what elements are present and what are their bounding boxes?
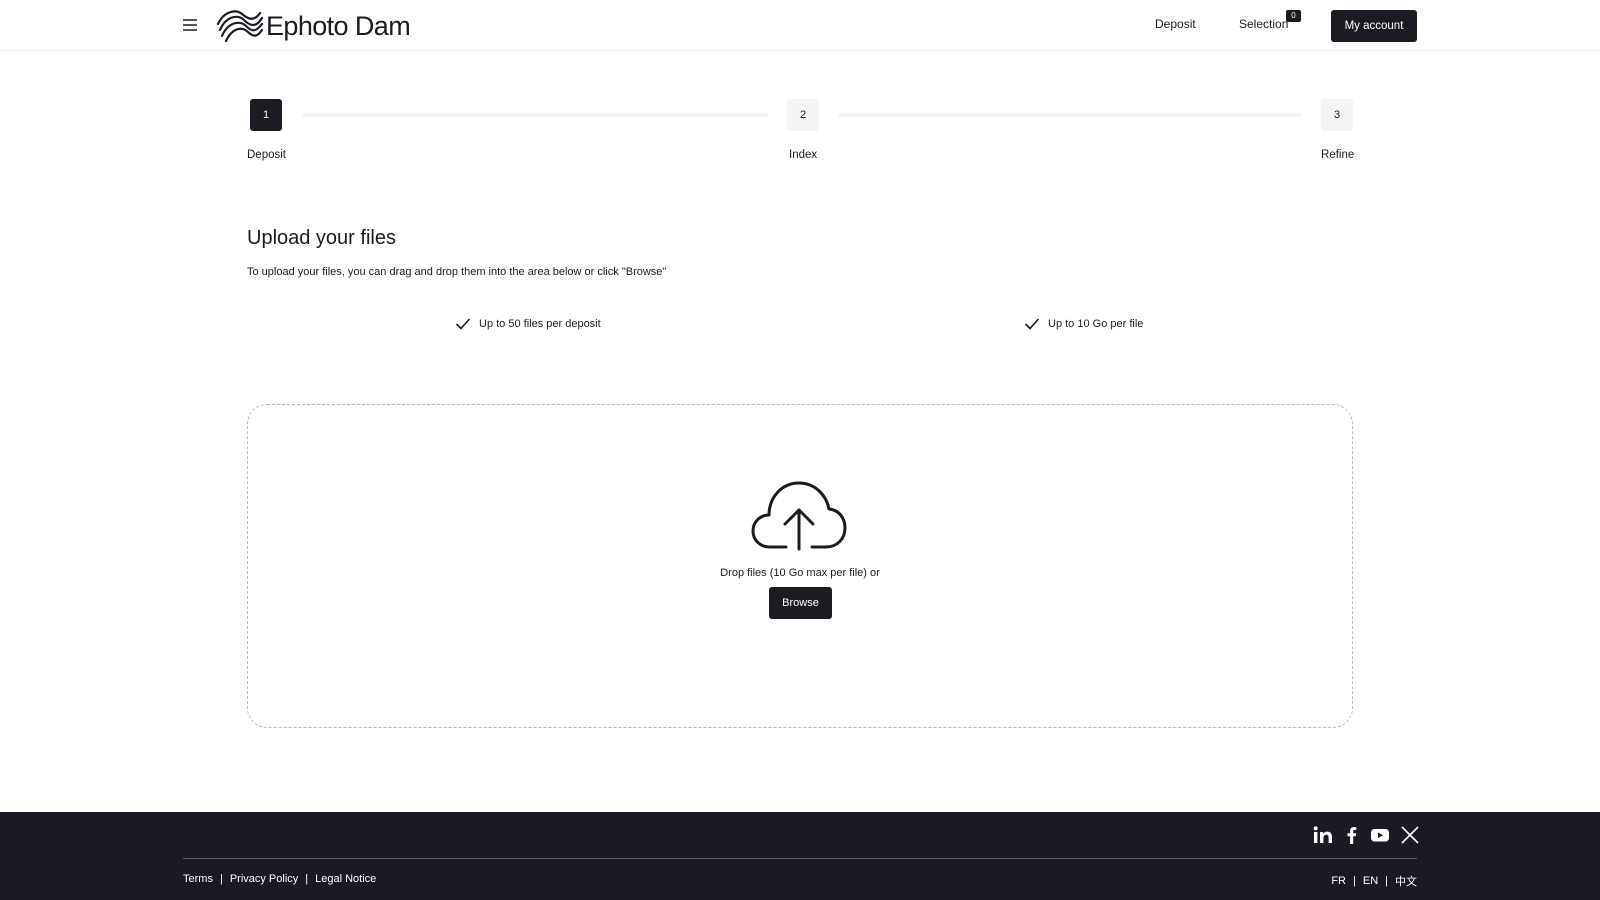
step-1-label: Deposit [247, 149, 286, 161]
logo-mark-icon [216, 10, 264, 43]
page-title: Upload your files [247, 227, 396, 249]
page-subtitle: To upload your files, you can drag and d… [247, 266, 667, 278]
selection-count-badge: 0 [1286, 10, 1301, 22]
step-2-box[interactable]: 2 [787, 99, 819, 131]
feature-label: Up to 10 Go per file [1048, 318, 1144, 330]
legal-notice-link[interactable]: Legal Notice [315, 873, 376, 885]
separator: | [1385, 875, 1388, 887]
step-3-label: Refine [1321, 149, 1355, 161]
step-1-box[interactable]: 1 [250, 99, 282, 131]
browse-button[interactable]: Browse [769, 587, 832, 619]
lang-en-link[interactable]: EN [1363, 875, 1378, 887]
lang-zh-link[interactable]: 中文 [1395, 873, 1417, 889]
feature-size-limit: Up to 10 Go per file [1025, 318, 1143, 330]
step-connector-2 [838, 113, 1302, 117]
terms-link[interactable]: Terms [183, 873, 213, 885]
separator: | [1353, 875, 1356, 887]
file-dropzone[interactable]: Drop files (10 Go max per file) or Brows… [247, 404, 1353, 728]
feature-label: Up to 50 files per deposit [479, 318, 601, 330]
x-icon[interactable] [1400, 826, 1420, 844]
step-3-box[interactable]: 3 [1321, 99, 1353, 131]
privacy-policy-link[interactable]: Privacy Policy [230, 873, 298, 885]
linkedin-icon[interactable] [1313, 826, 1333, 844]
separator: | [219, 873, 223, 885]
feature-files-limit: Up to 50 files per deposit [456, 318, 601, 330]
brand-logo[interactable]: Ephoto Dam [216, 8, 411, 44]
check-icon [1025, 318, 1039, 330]
site-footer: Terms | Privacy Policy | Legal Notice FR… [0, 812, 1600, 900]
nav-selection-link[interactable]: Selection [1239, 17, 1288, 31]
top-header: Ephoto Dam Deposit Selection 0 My accoun… [0, 0, 1600, 51]
step-2-label: Index [789, 149, 818, 161]
hamburger-menu-icon[interactable] [181, 17, 199, 33]
separator: | [305, 873, 309, 885]
footer-legal-links: Terms | Privacy Policy | Legal Notice [183, 873, 376, 885]
footer-divider [183, 858, 1417, 859]
lang-fr-link[interactable]: FR [1331, 875, 1346, 887]
check-icon [456, 318, 470, 330]
facebook-icon[interactable] [1342, 826, 1362, 844]
nav-deposit-link[interactable]: Deposit [1155, 17, 1196, 31]
my-account-button[interactable]: My account [1331, 10, 1417, 42]
step-connector-1 [302, 113, 768, 117]
brand-name: Ephoto Dam [266, 10, 411, 41]
drop-instructions: Drop files (10 Go max per file) or [720, 567, 880, 579]
cloud-upload-icon [751, 481, 847, 551]
language-switcher: FR | EN | 中文 [1331, 873, 1417, 889]
youtube-icon[interactable] [1370, 826, 1390, 844]
